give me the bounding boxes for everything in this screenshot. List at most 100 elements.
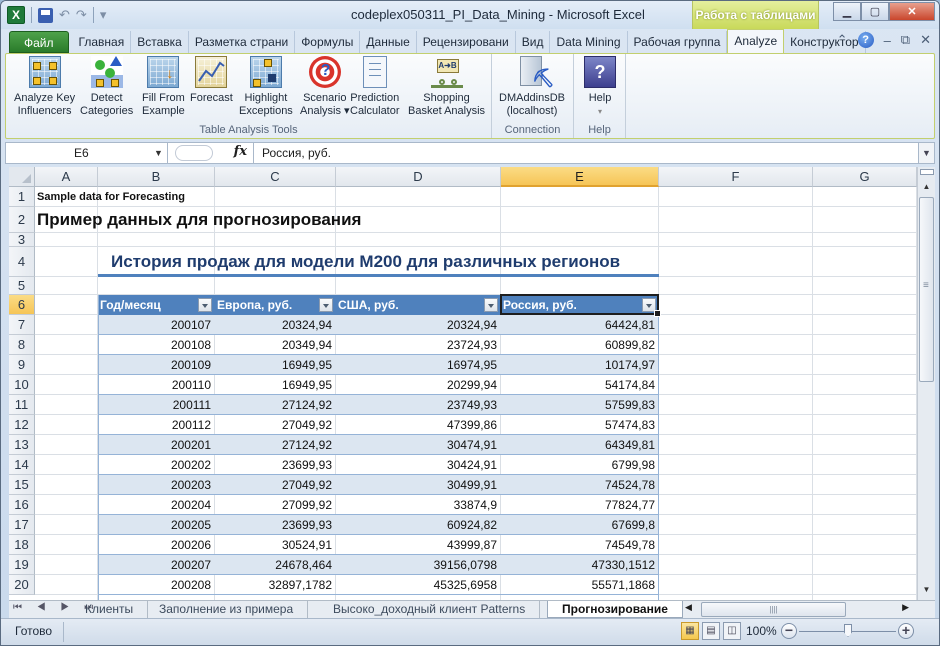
table-cell[interactable]: 54174,84: [501, 375, 659, 395]
tab-data-mining[interactable]: Data Mining: [550, 31, 628, 53]
formula-input[interactable]: Россия, руб.: [262, 143, 331, 163]
sheet-tab-fill-from-example[interactable]: Заполнение из примера: [145, 601, 309, 618]
table-cell[interactable]: 33874,9: [336, 495, 501, 515]
table-cell[interactable]: 30424,91: [336, 455, 501, 475]
table-cell[interactable]: 23699,93: [215, 515, 336, 535]
minimize-button[interactable]: ▁: [833, 2, 861, 21]
column-header-c[interactable]: C: [215, 167, 336, 187]
filter-dropdown-icon[interactable]: [642, 298, 656, 312]
filter-dropdown-icon[interactable]: [484, 298, 498, 312]
column-header-g[interactable]: G: [813, 167, 917, 187]
worksheet-grid[interactable]: A B C D E F G 1 2 3 4 5 6 7 8 9 10 11 12 13 14 15 16 17 18 19 20 Sa…: [9, 167, 917, 600]
scroll-down-icon[interactable]: ▼: [918, 582, 935, 598]
collapse-ribbon-icon[interactable]: ⌃: [837, 32, 848, 48]
tab-data[interactable]: Данные: [360, 31, 417, 53]
horizontal-scroll-thumb[interactable]: ||||: [701, 602, 846, 617]
row-header-17[interactable]: 17: [9, 515, 35, 535]
table-cell[interactable]: 200204: [98, 495, 215, 515]
table-header-cell[interactable]: Россия, руб.: [501, 295, 659, 315]
table-cell[interactable]: 200206: [98, 535, 215, 555]
forecast-button[interactable]: Forecast: [190, 56, 233, 105]
vertical-scrollbar[interactable]: ▲ ▼: [917, 167, 935, 600]
cell-b4-heading[interactable]: История продаж для модели M200 для разли…: [111, 247, 620, 277]
row-header-10[interactable]: 10: [9, 375, 35, 395]
table-cell[interactable]: 74549,78: [501, 535, 659, 555]
split-handle[interactable]: [920, 169, 934, 175]
table-cell[interactable]: 47330,1512: [501, 555, 659, 575]
row-header-12[interactable]: 12: [9, 415, 35, 435]
table-cell[interactable]: 200110: [98, 375, 215, 395]
help-icon[interactable]: ?: [857, 32, 874, 48]
zoom-in-icon[interactable]: +: [898, 623, 914, 639]
table-cell[interactable]: 64349,81: [501, 435, 659, 455]
table-cell[interactable]: 55571,1868: [501, 575, 659, 595]
name-box-dropdown-icon[interactable]: ▼: [154, 143, 163, 163]
expand-formula-bar-icon[interactable]: ▼: [918, 143, 934, 163]
table-cell[interactable]: 60899,82: [501, 335, 659, 355]
zoom-slider-thumb[interactable]: [844, 624, 852, 637]
row-header-4[interactable]: 4: [9, 247, 35, 277]
row-header-11[interactable]: 11: [9, 395, 35, 415]
row-header-2[interactable]: 2: [9, 207, 35, 233]
table-cell[interactable]: 23724,93: [336, 335, 501, 355]
table-cell[interactable]: 16974,95: [336, 355, 501, 375]
table-cell[interactable]: 23749,93: [336, 395, 501, 415]
table-cell[interactable]: 74524,78: [501, 475, 659, 495]
sheet-tab-forecasting[interactable]: Прогнозирование: [547, 601, 683, 618]
table-cell[interactable]: 64424,81: [501, 315, 659, 335]
row-header-6[interactable]: 6: [9, 295, 35, 315]
scroll-right-icon[interactable]: ▶: [902, 602, 909, 613]
dmaddinsdb-connection-button[interactable]: ⛏ DMAddinsDB (localhost): [499, 56, 565, 118]
row-header-1[interactable]: 1: [9, 187, 35, 207]
table-cell[interactable]: 77824,77: [501, 495, 659, 515]
row-header-9[interactable]: 9: [9, 355, 35, 375]
maximize-button[interactable]: ▢: [861, 2, 889, 21]
table-cell[interactable]: 6799,98: [501, 455, 659, 475]
select-all-corner[interactable]: [9, 167, 35, 187]
formula-bar-resize-handle[interactable]: [175, 145, 213, 161]
prediction-calculator-button[interactable]: Prediction Calculator: [350, 56, 400, 118]
column-header-b[interactable]: B: [98, 167, 215, 187]
scroll-up-icon[interactable]: ▲: [918, 179, 935, 195]
table-cell[interactable]: 27124,92: [215, 435, 336, 455]
row-header-5[interactable]: 5: [9, 277, 35, 295]
table-cell[interactable]: 16949,95: [215, 375, 336, 395]
save-icon[interactable]: [38, 7, 53, 23]
close-button[interactable]: ✕: [889, 2, 935, 21]
customize-qat-icon[interactable]: ▾: [100, 7, 107, 23]
table-cell[interactable]: 67699,8: [501, 515, 659, 535]
table-cell[interactable]: 200111: [98, 395, 215, 415]
table-cell[interactable]: 16949,95: [215, 355, 336, 375]
table-header-cell[interactable]: Европа, руб.: [215, 295, 336, 315]
table-cell[interactable]: 20299,94: [336, 375, 501, 395]
excel-app-icon[interactable]: X: [7, 6, 25, 24]
tab-review[interactable]: Рецензировани: [417, 31, 516, 53]
table-cell[interactable]: 200205: [98, 515, 215, 535]
column-header-d[interactable]: D: [336, 167, 501, 187]
vertical-scroll-thumb[interactable]: [919, 197, 934, 382]
table-cell[interactable]: 200107: [98, 315, 215, 335]
column-header-e[interactable]: E: [501, 167, 659, 187]
tab-page-layout[interactable]: Разметка страни: [189, 31, 296, 53]
zoom-out-icon[interactable]: −: [781, 623, 797, 639]
table-cell[interactable]: 27049,92: [215, 475, 336, 495]
table-cell[interactable]: 30474,91: [336, 435, 501, 455]
redo-icon[interactable]: ↷: [76, 7, 87, 23]
table-cell[interactable]: 200203: [98, 475, 215, 495]
tab-formulas[interactable]: Формулы: [295, 31, 361, 53]
row-header-8[interactable]: 8: [9, 335, 35, 355]
table-cell[interactable]: 200202: [98, 455, 215, 475]
filter-dropdown-icon[interactable]: [198, 298, 212, 312]
table-cell[interactable]: 200201: [98, 435, 215, 455]
page-layout-view-icon[interactable]: ▤: [702, 622, 720, 640]
table-header-cell[interactable]: США, руб.: [336, 295, 501, 315]
column-header-a[interactable]: A: [35, 167, 98, 187]
table-cell[interactable]: 20324,94: [336, 315, 501, 335]
table-cell[interactable]: 39156,0798: [336, 555, 501, 575]
sheet-tab-clients[interactable]: Клиенты: [71, 601, 149, 618]
fill-from-example-button[interactable]: ↓ Fill From Example: [142, 56, 185, 118]
table-cell[interactable]: 20349,94: [215, 335, 336, 355]
undo-icon[interactable]: ↶: [59, 7, 70, 23]
tab-insert[interactable]: Вставка: [131, 31, 189, 53]
table-cell[interactable]: 200109: [98, 355, 215, 375]
